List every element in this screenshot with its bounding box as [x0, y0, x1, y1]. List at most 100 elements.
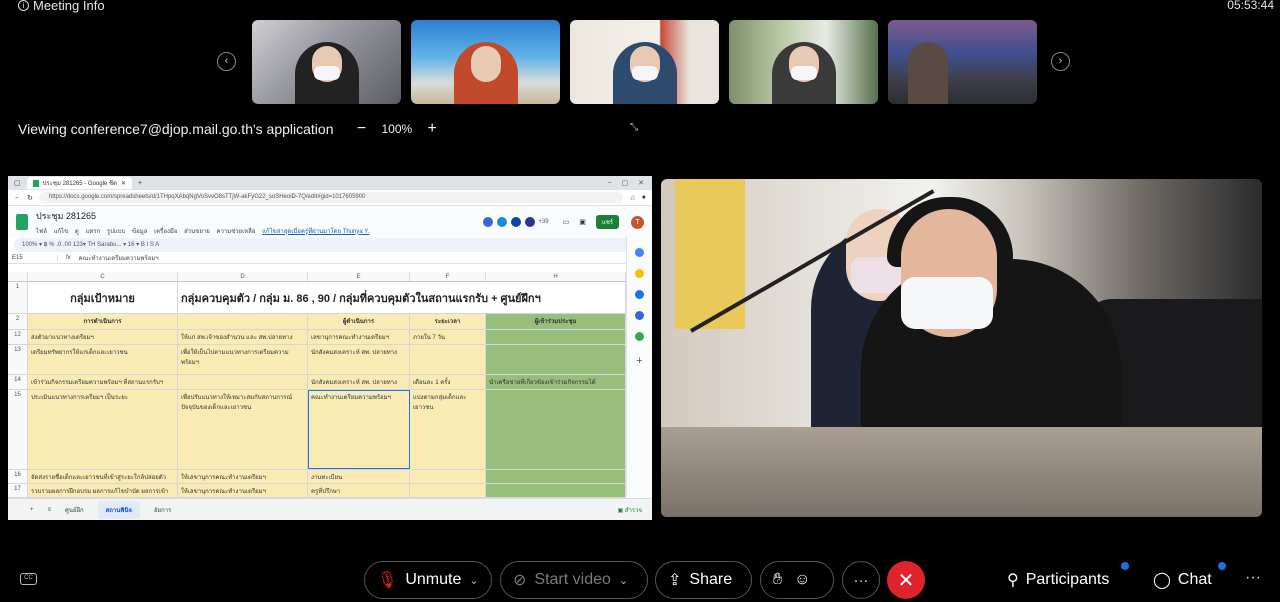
- row-number[interactable]: 17: [8, 484, 28, 497]
- cell[interactable]: การดำเนินการ: [28, 314, 178, 329]
- add-sheet-icon[interactable]: +: [30, 507, 34, 513]
- cell[interactable]: กลุ่มควบคุมตัว / กลุ่ม ม. 86 , 90 / กลุ่…: [178, 282, 626, 313]
- contacts-icon[interactable]: [635, 311, 644, 320]
- explore-button[interactable]: ▣ สำรวจ: [618, 505, 642, 515]
- zoom-out-button[interactable]: −: [352, 120, 372, 138]
- sheet-tab-training[interactable]: ศูนย์ฝึก: [65, 505, 84, 515]
- avatar[interactable]: [510, 216, 523, 228]
- emoji-reaction-icon[interactable]: ☺︎: [794, 571, 810, 589]
- start-video-button[interactable]: ⊘ Start video ⌄: [500, 561, 648, 599]
- menu-extensions[interactable]: ส่วนขยาย: [184, 229, 210, 235]
- cell[interactable]: ครูที่ปรึกษา: [308, 484, 410, 497]
- participant-video-2[interactable]: [411, 20, 560, 104]
- participants-button[interactable]: ⚲ Participants: [1007, 570, 1109, 590]
- cell[interactable]: ให้เลขานุการคณะทำงานเตรียมฯ: [178, 470, 308, 483]
- more-options-button[interactable]: ···: [842, 561, 880, 599]
- cell[interactable]: เพื่อปรับแนวทางให้เหมาะสมกับสถานการณ์ปัจ…: [178, 390, 308, 469]
- cell[interactable]: เข้าร่วมกิจกรรมเตรียมความพร้อมฯ ที่สถานแ…: [28, 375, 178, 389]
- row-number[interactable]: 13: [8, 345, 28, 374]
- browser-tab[interactable]: ประชุม 281265 - Google ชีต ✕: [26, 177, 132, 189]
- chevron-down-icon[interactable]: ⌄: [619, 574, 628, 587]
- calendar-icon[interactable]: [635, 248, 644, 257]
- cell[interactable]: ให้แก่ สพ.เจ้าของสำนวน และ สพ.ปลายทาง: [178, 330, 308, 344]
- menu-format[interactable]: รูปแบบ: [107, 229, 126, 235]
- cell[interactable]: จัดส่งรายชื่อเด็กและเยาวชนที่เข้าสู่ระยะ…: [28, 470, 178, 483]
- participant-video-3[interactable]: [570, 20, 719, 104]
- active-speaker-video[interactable]: [661, 179, 1262, 517]
- cell[interactable]: เลขานุการคณะทำงานเตรียมฯ: [308, 330, 410, 344]
- minimize-icon[interactable]: –: [608, 179, 612, 187]
- sheet-toolbar[interactable]: 100% ▾ ฿ % .0 .00 123▾ TH Sarabu... ▾ 16…: [14, 238, 646, 252]
- cell[interactable]: กลุ่มเป้าหมาย: [28, 282, 178, 313]
- cell[interactable]: เพื่อให้เป็นไปตามแนวทางการเตรียมความพร้อ…: [178, 345, 308, 374]
- cell[interactable]: เดือนละ 1 ครั้ง: [410, 375, 486, 389]
- chat-button[interactable]: ◯ Chat: [1153, 570, 1212, 590]
- cell[interactable]: [486, 484, 626, 497]
- name-box[interactable]: E15: [8, 254, 58, 261]
- overflow-menu-button[interactable]: ···: [1245, 569, 1261, 587]
- cell[interactable]: [178, 375, 308, 389]
- column-header-e[interactable]: E: [308, 272, 410, 281]
- tasks-icon[interactable]: [635, 290, 644, 299]
- sheets-logo-icon[interactable]: [16, 214, 28, 230]
- shared-screen[interactable]: ▢ ประชุม 281265 - Google ชีต ✕ + – ▢ ✕ ←…: [8, 176, 652, 520]
- close-icon[interactable]: ✕: [121, 180, 126, 187]
- last-edit-link[interactable]: แก้ไขล่าสุดเมื่อครู่ที่ผ่านมาโดย Thunya …: [262, 229, 369, 235]
- column-header-c[interactable]: C: [28, 272, 178, 281]
- corner-cell[interactable]: [8, 272, 28, 281]
- participant-video-1[interactable]: [252, 20, 401, 104]
- meet-icon[interactable]: ▣: [579, 218, 586, 226]
- reload-icon[interactable]: ↻: [27, 194, 33, 202]
- cell[interactable]: นักสังคมสงเคราะห์ สพ. ปลายทาง: [308, 375, 410, 389]
- cell[interactable]: [486, 390, 626, 469]
- column-header-d[interactable]: D: [178, 272, 308, 281]
- new-tab-icon[interactable]: +: [138, 180, 142, 187]
- address-field[interactable]: https://docs.google.com/spreadsheets/d/1…: [38, 192, 624, 203]
- menu-view[interactable]: ดู: [75, 229, 79, 235]
- row-number[interactable]: 16: [8, 470, 28, 483]
- sheet-tab-detention[interactable]: สถานพินิจ: [97, 500, 140, 519]
- avatar[interactable]: [496, 216, 509, 228]
- selected-cell[interactable]: คณะทำงานเตรียมความพร้อมฯ: [308, 390, 410, 469]
- cell[interactable]: งานทะเบียน: [308, 470, 410, 483]
- participant-video-4[interactable]: [729, 20, 878, 104]
- menu-edit[interactable]: แก้ไข: [54, 229, 69, 235]
- cell[interactable]: [410, 345, 486, 374]
- cell[interactable]: [486, 345, 626, 374]
- menu-tools[interactable]: เครื่องมือ: [154, 229, 177, 235]
- cell[interactable]: รวบรวมผลการฝึกอบรม ผลการแก้ไขบำบัด ผลการ…: [28, 484, 178, 497]
- keep-icon[interactable]: [635, 269, 644, 278]
- filmstrip-prev-button[interactable]: ‹: [217, 52, 236, 71]
- row-number[interactable]: 14: [8, 375, 28, 389]
- chevron-down-icon[interactable]: ⌄: [469, 574, 478, 587]
- cell[interactable]: ส่งตัวมาแนวทางเตรียมฯ: [28, 330, 178, 344]
- add-addon-icon[interactable]: +: [627, 355, 652, 367]
- participant-video-5[interactable]: [888, 20, 1037, 104]
- share-button[interactable]: ⇪ Share: [655, 561, 752, 599]
- sheet-share-button[interactable]: แชร์: [595, 215, 619, 229]
- cell[interactable]: แบ่งตามกลุ่มเด็กและเยาวชน: [410, 390, 486, 469]
- meeting-info-button[interactable]: i Meeting Info: [18, 0, 105, 13]
- cell[interactable]: นักสังคมสงเคราะห์ สพ. ปลายทาง: [308, 345, 410, 374]
- zoom-in-button[interactable]: +: [422, 120, 442, 138]
- cell[interactable]: นำเครือข่ายที่เกี่ยวข้องเข้าร่วมกิจกรรมไ…: [486, 375, 626, 389]
- avatar[interactable]: [482, 216, 495, 228]
- cell[interactable]: ประเมินแนวทางการเตรียมฯ เป็นระยะ: [28, 390, 178, 469]
- formula-input[interactable]: คณะทำงานเตรียมความพร้อมฯ: [71, 253, 159, 263]
- row-number[interactable]: 2: [8, 314, 28, 329]
- row-number[interactable]: 12: [8, 330, 28, 344]
- menu-data[interactable]: ข้อมูล: [132, 229, 147, 235]
- back-icon[interactable]: ←: [14, 194, 21, 201]
- maximize-icon[interactable]: ▢: [622, 179, 629, 187]
- cell[interactable]: ให้เลขานุการคณะทำงานเตรียมฯ: [178, 484, 308, 497]
- all-sheets-icon[interactable]: ≡: [48, 507, 52, 513]
- cell[interactable]: ระยะเวลา: [410, 314, 486, 329]
- cell[interactable]: [410, 470, 486, 483]
- cell[interactable]: [178, 314, 308, 329]
- menu-insert[interactable]: แทรก: [86, 229, 101, 235]
- cell[interactable]: ผู้ดำเนินการ: [308, 314, 410, 329]
- menu-help[interactable]: ความช่วยเหลือ: [216, 229, 255, 235]
- row-number[interactable]: 15: [8, 390, 28, 469]
- close-window-icon[interactable]: ✕: [638, 179, 644, 187]
- menu-file[interactable]: ไฟล์: [36, 229, 47, 235]
